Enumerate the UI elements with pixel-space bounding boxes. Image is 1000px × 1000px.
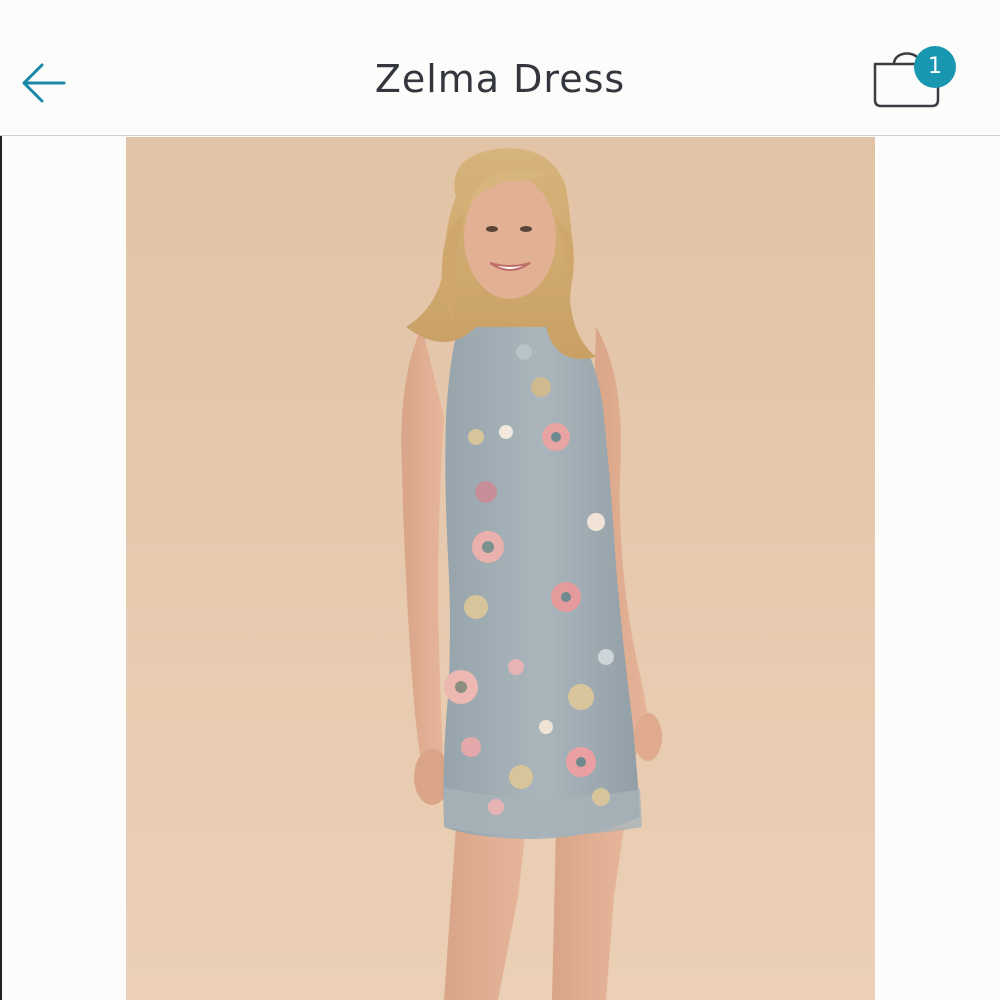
model-dress-photo	[126, 137, 875, 1000]
model-left-hand	[634, 713, 662, 761]
cart-button[interactable]: 1	[868, 42, 964, 114]
product-detail-screen: Zelma Dress 1	[0, 0, 1000, 1000]
page-title: Zelma Dress	[374, 57, 626, 101]
product-photo[interactable]	[126, 137, 875, 1000]
screen-edge-divider	[0, 0, 2, 1000]
navigation-bar: Zelma Dress 1	[0, 0, 1000, 136]
cart-count-badge: 1	[914, 46, 956, 88]
back-button[interactable]	[14, 55, 70, 111]
arrow-left-icon	[22, 63, 66, 103]
